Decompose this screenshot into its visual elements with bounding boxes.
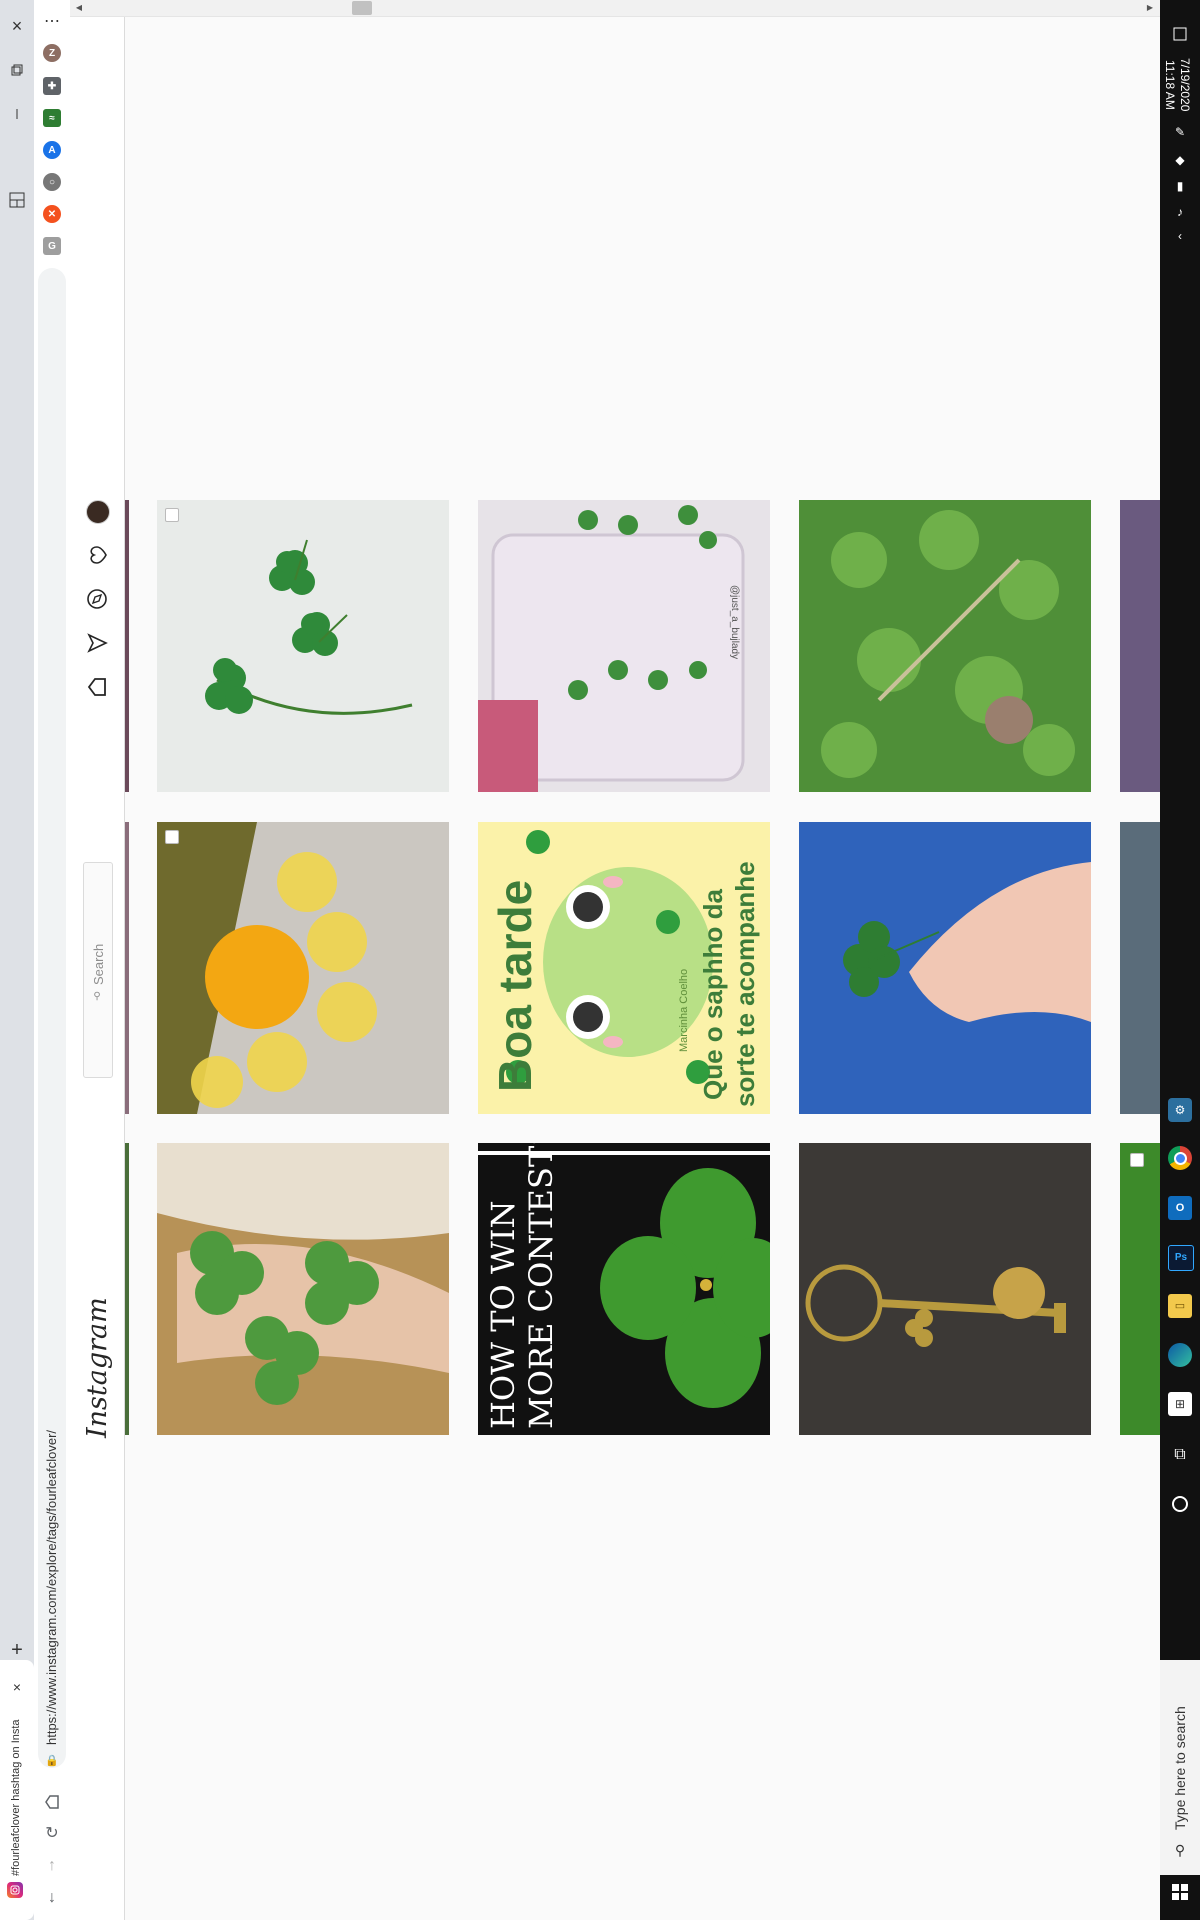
frog-caption-small: Marcinha Coelho bbox=[678, 968, 690, 1052]
tab-strip bbox=[0, 0, 34, 1920]
tab-close-icon[interactable]: × bbox=[6, 1676, 28, 1698]
minimize-window-icon[interactable] bbox=[5, 102, 29, 126]
translate-icon[interactable]: A bbox=[43, 141, 61, 159]
home-button-icon[interactable] bbox=[40, 1790, 64, 1814]
app-icon[interactable]: ⚙ bbox=[1168, 1098, 1192, 1122]
g-icon[interactable]: G bbox=[43, 237, 61, 255]
start-button-icon[interactable] bbox=[1168, 1880, 1192, 1904]
profile-avatar[interactable]: Z bbox=[43, 44, 61, 62]
multi-post-icon bbox=[1130, 1153, 1144, 1167]
dropbox-icon[interactable]: ◆ bbox=[1170, 150, 1190, 170]
multi-post-icon bbox=[165, 508, 179, 522]
circle-icon[interactable]: ○ bbox=[43, 173, 61, 191]
home-icon[interactable] bbox=[84, 674, 110, 700]
instagram-favicon-icon bbox=[7, 1882, 23, 1898]
grid-tile-partial[interactable] bbox=[1120, 500, 1160, 792]
frog-caption-3: sorte te acompanhe bbox=[730, 861, 760, 1107]
grid-tile[interactable] bbox=[157, 500, 449, 792]
grid-tile-partial[interactable] bbox=[125, 500, 129, 792]
scroll-left-icon[interactable]: ◀ bbox=[74, 2, 84, 14]
file-explorer-icon[interactable]: ▭ bbox=[1168, 1294, 1192, 1318]
edge-icon[interactable] bbox=[1168, 1343, 1192, 1367]
clock-date[interactable]: 7/19/2020 bbox=[1178, 58, 1192, 111]
tab-title: #fourleafclover hashtag on Insta bbox=[10, 1719, 22, 1876]
horizontal-scrollbar[interactable] bbox=[70, 0, 1160, 17]
grid-tile-partial[interactable] bbox=[1120, 1143, 1160, 1435]
search-placeholder: Search bbox=[91, 943, 106, 985]
instagram-logo[interactable]: Instagram bbox=[82, 1297, 113, 1438]
browser-menu-icon[interactable]: ⋯ bbox=[40, 10, 64, 34]
store-icon[interactable]: ⊞ bbox=[1168, 1392, 1192, 1416]
taskbar-search-placeholder: Type here to search bbox=[1172, 1706, 1188, 1830]
grid-tile[interactable] bbox=[799, 1143, 1091, 1435]
profile-avatar[interactable] bbox=[86, 500, 110, 524]
window-close-icon[interactable]: × bbox=[5, 14, 29, 38]
scroll-right-icon[interactable]: ▶ bbox=[1145, 2, 1155, 14]
forward-icon[interactable]: ↑ bbox=[40, 1854, 64, 1878]
lock-icon[interactable]: 🔒 bbox=[43, 1752, 61, 1770]
cortana-icon[interactable] bbox=[1168, 1492, 1192, 1516]
chart-icon[interactable]: ≈ bbox=[43, 109, 61, 127]
photoshop-icon[interactable]: Ps bbox=[1168, 1245, 1194, 1271]
chrome-icon[interactable] bbox=[1168, 1146, 1192, 1170]
multi-post-icon bbox=[165, 830, 179, 844]
activity-icon[interactable] bbox=[84, 542, 110, 568]
search-icon: ⚲ bbox=[1174, 1842, 1186, 1858]
grid-tile[interactable] bbox=[799, 822, 1091, 1114]
show-hidden-icons-icon[interactable]: ‹ bbox=[1170, 226, 1190, 246]
new-tab-button[interactable]: + bbox=[5, 1638, 29, 1662]
address-url[interactable]: https://www.instagram.com/explore/tags/f… bbox=[44, 1430, 59, 1745]
contest-caption-1: HOW TO WIN bbox=[484, 1200, 522, 1429]
grid-tile[interactable]: HOW TO WIN MORE CONTESTS bbox=[478, 1143, 770, 1435]
grid-tile[interactable]: @just_a_bujlady bbox=[478, 500, 770, 792]
x-icon[interactable]: ✕ bbox=[43, 205, 61, 223]
frog-caption-1: Boa tarde bbox=[489, 879, 541, 1092]
grid-tile[interactable] bbox=[157, 822, 449, 1114]
puzzle-icon[interactable]: ✚ bbox=[43, 77, 61, 95]
frog-caption-2: Que o saphho da bbox=[698, 889, 728, 1100]
grid-tile-partial[interactable] bbox=[1120, 822, 1160, 1114]
restore-window-icon[interactable] bbox=[5, 58, 29, 82]
tab-actions-icon[interactable] bbox=[3, 188, 31, 212]
grid-tile-partial[interactable] bbox=[125, 822, 129, 1114]
search-icon: ⚲ bbox=[93, 991, 101, 1002]
outlook-icon[interactable]: O bbox=[1168, 1196, 1192, 1220]
reload-icon[interactable]: ↻ bbox=[40, 1822, 64, 1846]
watermark: @just_a_bujlady bbox=[729, 585, 740, 660]
volume-icon[interactable]: ♪ bbox=[1170, 202, 1190, 222]
scrollbar-thumb[interactable] bbox=[352, 1, 372, 15]
direct-icon[interactable] bbox=[84, 630, 110, 656]
grid-tile[interactable] bbox=[157, 1143, 449, 1435]
battery-icon[interactable]: ▮ bbox=[1170, 176, 1190, 196]
grid-tile[interactable] bbox=[799, 500, 1091, 792]
back-icon[interactable]: ↓ bbox=[40, 1886, 64, 1910]
grid-tile-partial[interactable] bbox=[125, 1143, 129, 1435]
grid-tile[interactable]: Boa tarde Que o saphho da sorte te acomp… bbox=[478, 822, 770, 1114]
pen-icon[interactable]: ✎ bbox=[1170, 122, 1190, 142]
taskbar bbox=[1160, 0, 1200, 1920]
task-view-icon[interactable]: ⧉ bbox=[1168, 1443, 1192, 1467]
explore-icon[interactable] bbox=[84, 586, 110, 612]
contest-caption-2: MORE CONTESTS bbox=[522, 1143, 560, 1429]
notifications-icon[interactable] bbox=[1168, 22, 1192, 46]
clock-time[interactable]: 11:18 AM bbox=[1163, 60, 1177, 110]
